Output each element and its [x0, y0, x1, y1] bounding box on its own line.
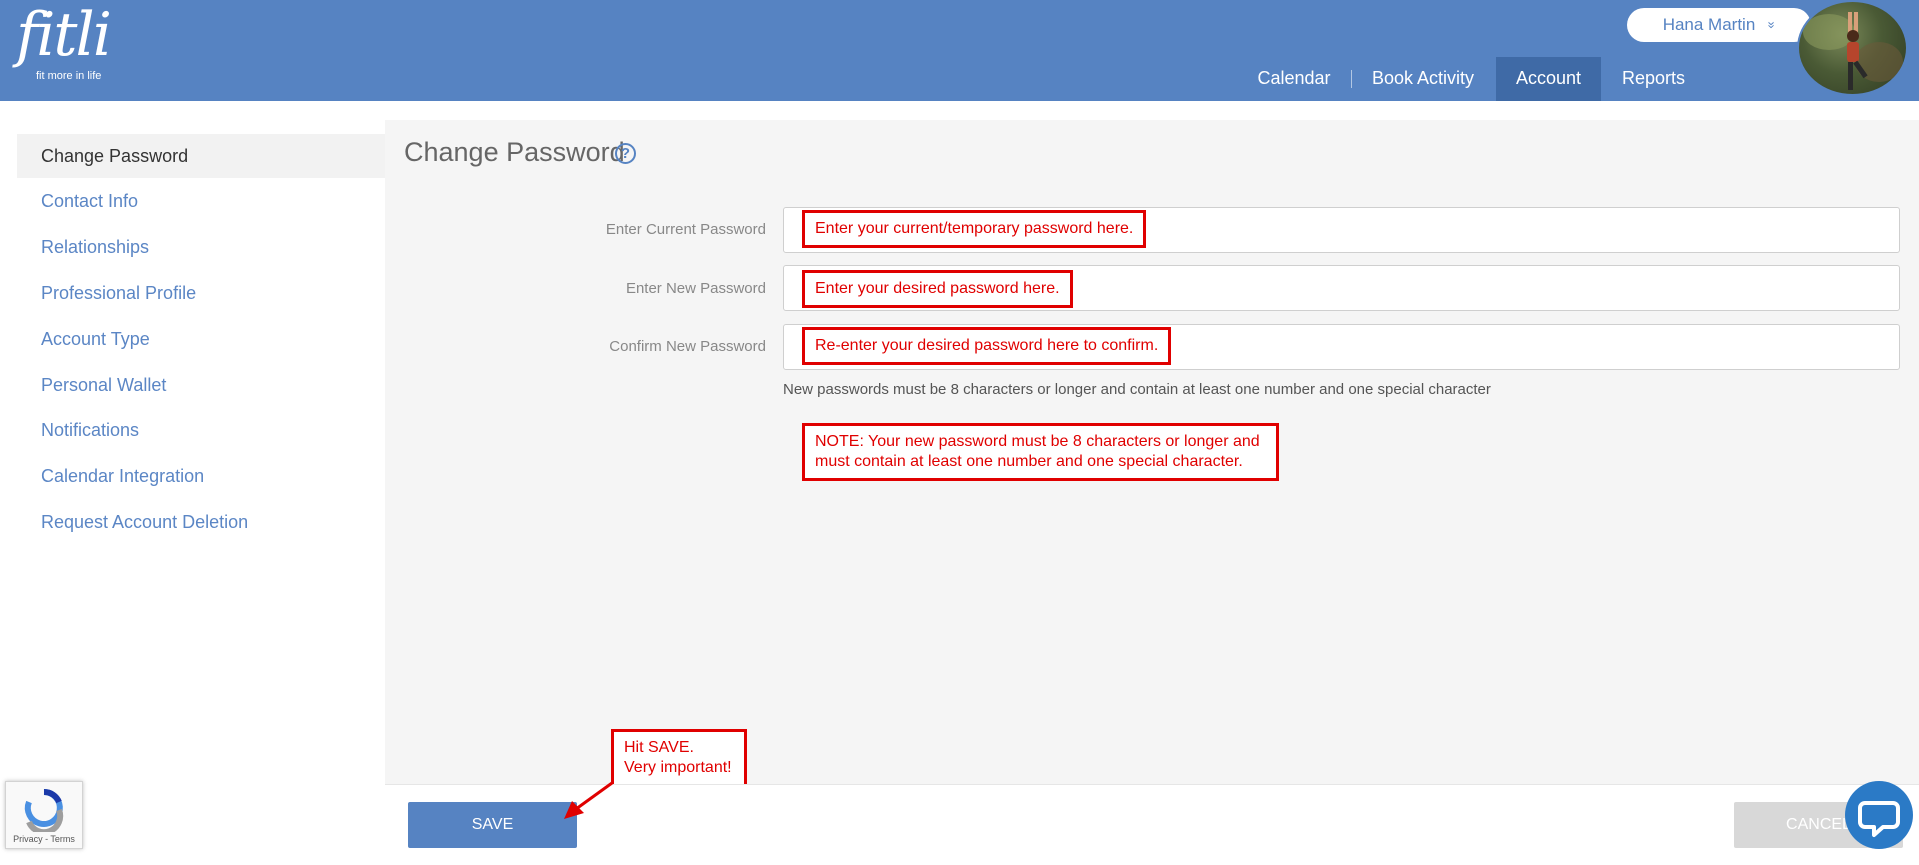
user-name: Hana Martin: [1662, 15, 1756, 34]
new-password-label: Enter New Password: [625, 280, 766, 297]
nav-reports[interactable]: Reports: [1608, 57, 1699, 101]
nav-account[interactable]: Account: [1496, 57, 1601, 101]
sidebar-item-notifications[interactable]: Notifications: [17, 408, 386, 452]
sidebar-item-professional-profile[interactable]: Professional Profile: [17, 271, 386, 315]
sidebar-item-change-password[interactable]: Change Password: [17, 134, 386, 178]
callout-save-line1: Hit SAVE.: [624, 739, 694, 756]
callout-save: Hit SAVE. Very important!: [611, 729, 747, 787]
logo-wordmark: fitli: [16, 0, 112, 70]
recaptcha-badge[interactable]: Privacy - Terms: [5, 781, 83, 849]
callout-current-password: Enter your current/temporary password he…: [802, 210, 1147, 248]
password-requirements-hint: New passwords must be 8 characters or lo…: [783, 381, 1491, 398]
sidebar-item-contact-info[interactable]: Contact Info: [17, 179, 386, 223]
current-password-label: Enter Current Password: [605, 221, 766, 238]
avatar[interactable]: [1797, 0, 1908, 96]
callout-new-password: Enter your desired password here.: [802, 270, 1073, 308]
user-menu[interactable]: Hana Martin »: [1627, 8, 1811, 42]
chat-icon: [1858, 801, 1900, 837]
sidebar-item-request-account-deletion[interactable]: Request Account Deletion: [17, 500, 386, 544]
chat-button[interactable]: [1845, 781, 1913, 849]
arrow-annotation-icon: [564, 781, 613, 819]
recaptcha-links[interactable]: Privacy - Terms: [6, 834, 82, 844]
chevron-down-icon: »: [1764, 21, 1780, 29]
callout-note-line1: NOTE: Your new password must be 8 charac…: [815, 433, 1260, 450]
nav-book-activity[interactable]: Book Activity: [1358, 57, 1488, 101]
recaptcha-icon: [24, 788, 64, 836]
callout-save-line2: Very important!: [624, 759, 732, 776]
callout-note-line2: must contain at least one number and one…: [815, 453, 1243, 470]
sidebar-item-calendar-integration[interactable]: Calendar Integration: [17, 454, 386, 498]
confirm-password-label: Confirm New Password: [609, 338, 766, 355]
callout-confirm-password: Re-enter your desired password here to c…: [802, 327, 1172, 365]
sidebar-item-relationships[interactable]: Relationships: [17, 225, 386, 269]
sidebar-item-account-type[interactable]: Account Type: [17, 317, 386, 361]
logo-tagline: fit more in life: [36, 70, 102, 82]
page-title: Change Password: [404, 137, 625, 167]
nav-calendar[interactable]: Calendar: [1244, 57, 1344, 101]
save-button[interactable]: SAVE: [408, 802, 577, 848]
help-icon[interactable]: ?: [615, 143, 636, 164]
fitli-logo[interactable]: fitli fit more in life: [16, 0, 112, 82]
nav-divider: [1351, 70, 1352, 88]
callout-note: NOTE: Your new password must be 8 charac…: [802, 423, 1279, 481]
sidebar-item-personal-wallet[interactable]: Personal Wallet: [17, 363, 386, 407]
